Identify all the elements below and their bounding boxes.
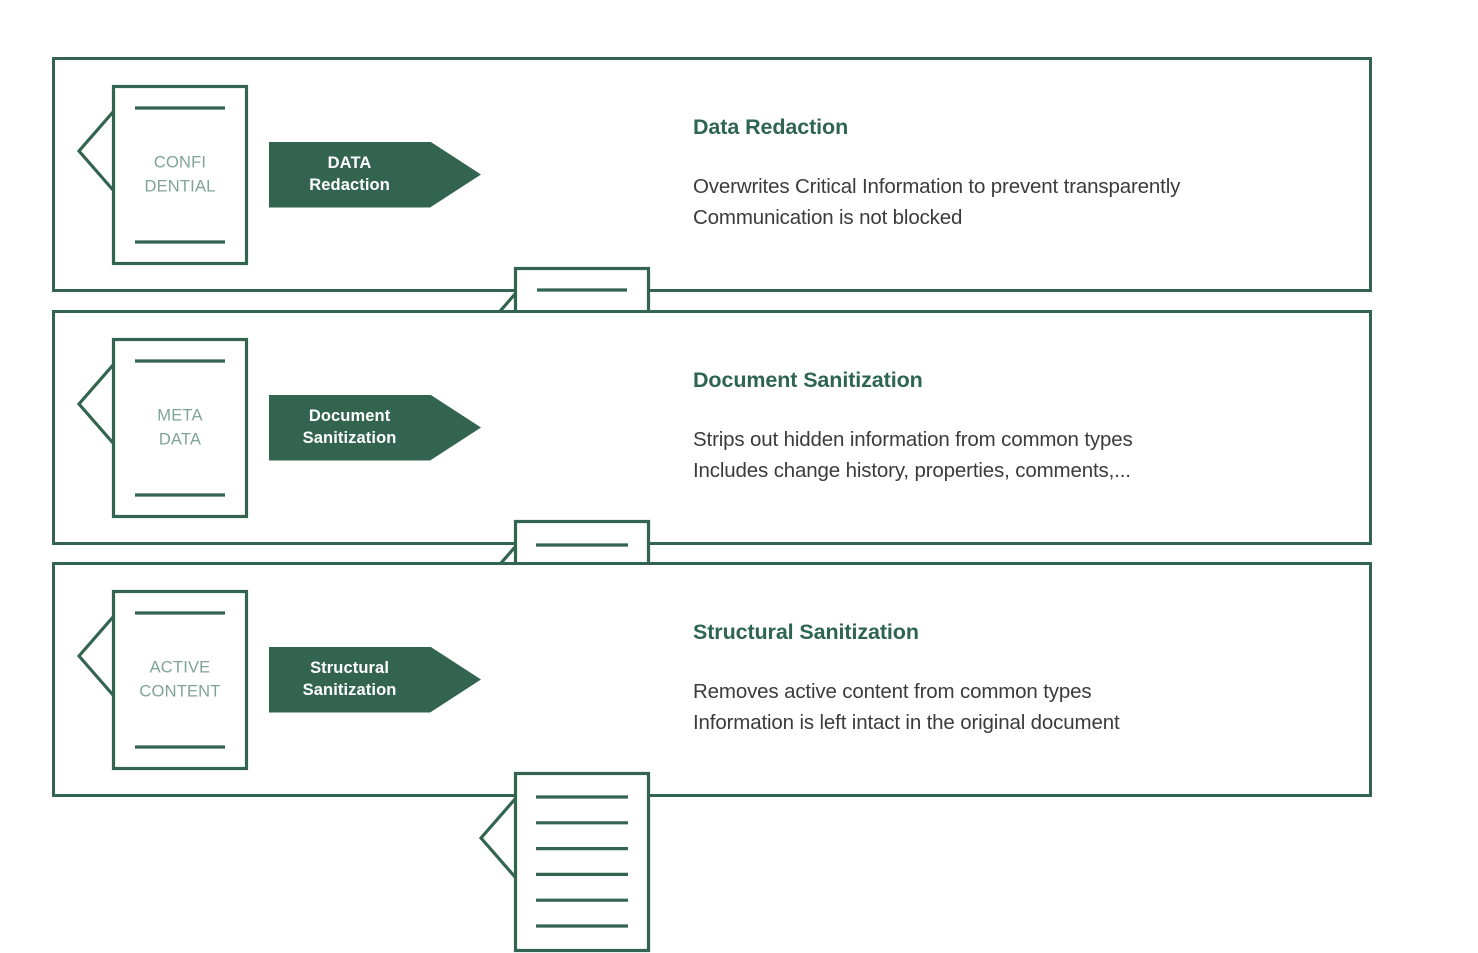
section-title: Structural Sanitization — [693, 619, 919, 644]
document-clean-icon-glyph — [479, 771, 651, 952]
arrow-label-line: DATA — [327, 153, 372, 172]
info-block: Data Redaction Overwrites Critical Inform… — [693, 115, 1353, 235]
section-description-line: Communication is not blocked — [693, 206, 963, 230]
process-arrow-icon: Document Sanitization — [269, 394, 481, 461]
arrow-label-line: Document — [308, 406, 391, 425]
document-clean-icon — [479, 771, 1478, 953]
doc-fold-pointer — [479, 797, 517, 878]
info-block: Structural Sanitization Removes active co… — [693, 620, 1353, 740]
section-description-line: Information is left intact in the origin… — [693, 711, 1120, 735]
doc-page-rect — [111, 337, 249, 518]
arrow-label-line: Redaction — [309, 175, 390, 194]
doc-page-rect — [111, 84, 249, 265]
section-title: Data Redaction — [693, 114, 849, 139]
arrow-label: Document Sanitization — [269, 395, 430, 461]
doc-fold-pointer — [77, 110, 115, 191]
arrow-label-line: Sanitization — [302, 428, 397, 447]
arrow-label-line: Structural — [310, 658, 390, 677]
diagram-canvas: CONFIDENTIALDATARedaction***************… — [0, 0, 1478, 952]
doc-fold-pointer — [77, 363, 115, 444]
section-description: Strips out hidden information from commo… — [693, 424, 1353, 488]
arrow-label-line: Sanitization — [302, 680, 397, 699]
document-confidential-icon-glyph — [77, 84, 249, 265]
section-title: Document Sanitization — [693, 367, 923, 392]
arrow-label: Structural Sanitization — [269, 647, 430, 713]
panel-document-sanitization: META DATA Document Sanitization Document San… — [52, 310, 1372, 700]
doc-page-rect — [111, 589, 249, 770]
process-arrow-icon: DATA Redaction — [269, 141, 481, 208]
arrow-label: DATA Redaction — [269, 142, 430, 208]
section-description: Removes active content from common types… — [693, 676, 1353, 740]
doc-page-rect — [513, 771, 651, 952]
doc-fold-pointer — [77, 615, 115, 696]
section-description-line: Includes change history, properties, com… — [693, 459, 1131, 483]
panel-structural-sanitization: ACTIVE CONTENT Structural Sanitization Struc… — [52, 562, 1372, 952]
info-block: Document Sanitization Strips out hidden i… — [693, 368, 1353, 488]
section-description: Overwrites Critical Information to preve… — [693, 171, 1353, 235]
section-description-line: Removes active content from common types — [693, 679, 1092, 703]
panel-data-redaction: CONFIDENTIALDATARedaction***************… — [52, 57, 1372, 447]
document-metadata-icon-glyph — [77, 337, 249, 518]
document-active-content-icon-glyph — [77, 589, 249, 770]
section-description-line: Overwrites Critical Information to preve… — [693, 174, 1181, 198]
process-arrow-icon: Structural Sanitization — [269, 646, 481, 713]
section-description-line: Strips out hidden information from commo… — [693, 427, 1133, 451]
